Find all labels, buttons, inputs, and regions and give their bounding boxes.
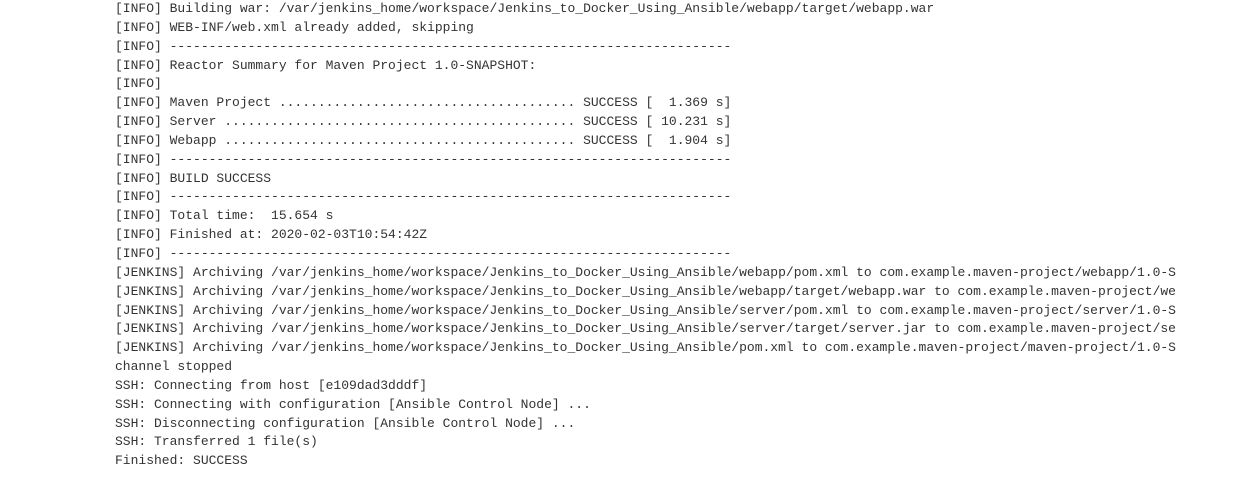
- log-line: [INFO] BUILD SUCCESS: [115, 170, 1257, 189]
- log-line: SSH: Disconnecting configuration [Ansibl…: [115, 415, 1257, 434]
- log-line: [JENKINS] Archiving /var/jenkins_home/wo…: [115, 302, 1257, 321]
- log-line: [INFO] ---------------------------------…: [115, 38, 1257, 57]
- log-line: [JENKINS] Archiving /var/jenkins_home/wo…: [115, 283, 1257, 302]
- log-line: [JENKINS] Archiving /var/jenkins_home/wo…: [115, 264, 1257, 283]
- log-line: [INFO] Finished at: 2020-02-03T10:54:42Z: [115, 226, 1257, 245]
- log-line: SSH: Connecting from host [e109dad3dddf]: [115, 377, 1257, 396]
- log-line: [INFO] Total time: 15.654 s: [115, 207, 1257, 226]
- log-line: [JENKINS] Archiving /var/jenkins_home/wo…: [115, 320, 1257, 339]
- console-output: [INFO] Building war: /var/jenkins_home/w…: [0, 0, 1257, 491]
- log-line: SSH: Connecting with configuration [Ansi…: [115, 396, 1257, 415]
- log-line: [INFO] WEB-INF/web.xml already added, sk…: [115, 19, 1257, 38]
- log-line: [INFO] Reactor Summary for Maven Project…: [115, 57, 1257, 76]
- log-line: [INFO] ---------------------------------…: [115, 151, 1257, 170]
- log-line: [JENKINS] Archiving /var/jenkins_home/wo…: [115, 339, 1257, 358]
- log-line: [INFO]: [115, 75, 1257, 94]
- log-line: [INFO] ---------------------------------…: [115, 245, 1257, 264]
- log-line: channel stopped: [115, 358, 1257, 377]
- log-line: [INFO] ---------------------------------…: [115, 188, 1257, 207]
- log-line: Finished: SUCCESS: [115, 452, 1257, 471]
- log-line: [INFO] Server ..........................…: [115, 113, 1257, 132]
- log-line: [INFO] Building war: /var/jenkins_home/w…: [115, 0, 1257, 19]
- log-line: [INFO] Webapp ..........................…: [115, 132, 1257, 151]
- log-line: SSH: Transferred 1 file(s): [115, 433, 1257, 452]
- log-line: [INFO] Maven Project ...................…: [115, 94, 1257, 113]
